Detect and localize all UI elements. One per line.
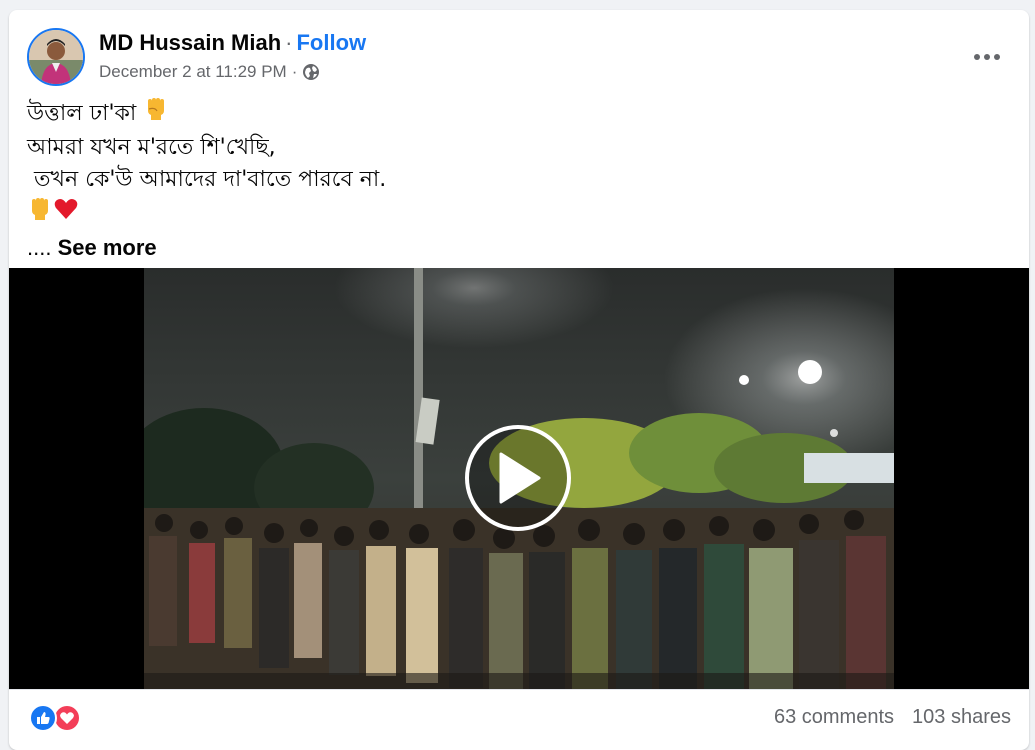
globe-icon [302, 63, 320, 81]
raised-fist-emoji [143, 96, 169, 132]
post-meta: December 2 at 11:29 PM · [99, 62, 320, 82]
love-reaction-icon [53, 704, 81, 732]
see-more-line: .... See more [27, 232, 1011, 265]
play-icon[interactable] [465, 425, 571, 531]
engagement-counts: 63 comments 103 shares [774, 706, 1011, 729]
post-line-3: তখন কে'উ আমাদের দা'বাতে পারবে না. [27, 167, 387, 192]
post-footer: 63 comments 103 shares [9, 689, 1029, 750]
red-heart-emoji [53, 196, 79, 232]
post-line-1-text: উত্তাল ঢা'কা [27, 101, 137, 126]
see-more-dots: .... [27, 235, 52, 260]
post-line-2: আমরা যখন ম'রতে শি'খেছি, [27, 135, 276, 160]
avatar[interactable] [27, 28, 85, 86]
post-text: উত্তাল ঢা'কা আমরা যখন ম'রতে শি'খেছি, তখন… [27, 96, 1011, 265]
author-line: MD Hussain Miah · Follow [99, 30, 366, 56]
comments-count[interactable]: 63 comments [774, 706, 894, 728]
shares-count[interactable]: 103 shares [912, 706, 1011, 728]
author-name[interactable]: MD Hussain Miah [99, 30, 281, 55]
post-card: MD Hussain Miah · Follow December 2 at 11:… [9, 10, 1029, 750]
raised-fist-emoji [27, 196, 53, 232]
post-line-1: উত্তাল ঢা'কা [27, 96, 1011, 132]
emoji-line [27, 196, 1011, 232]
follow-button[interactable]: Follow [296, 30, 366, 55]
see-more-link[interactable]: .... See more [27, 235, 157, 260]
more-options-icon[interactable] [969, 42, 1005, 72]
separator-dot: · [285, 30, 293, 55]
avatar-photo [29, 30, 83, 84]
like-reaction-icon [29, 704, 57, 732]
video-player[interactable] [9, 268, 1029, 689]
post-header: MD Hussain Miah · Follow December 2 at 11:… [27, 28, 1011, 88]
reactions-summary[interactable] [29, 704, 81, 732]
meta-separator-dot: · [291, 62, 298, 81]
post-timestamp[interactable]: December 2 at 11:29 PM [99, 62, 287, 82]
see-more-label: See more [57, 235, 157, 260]
